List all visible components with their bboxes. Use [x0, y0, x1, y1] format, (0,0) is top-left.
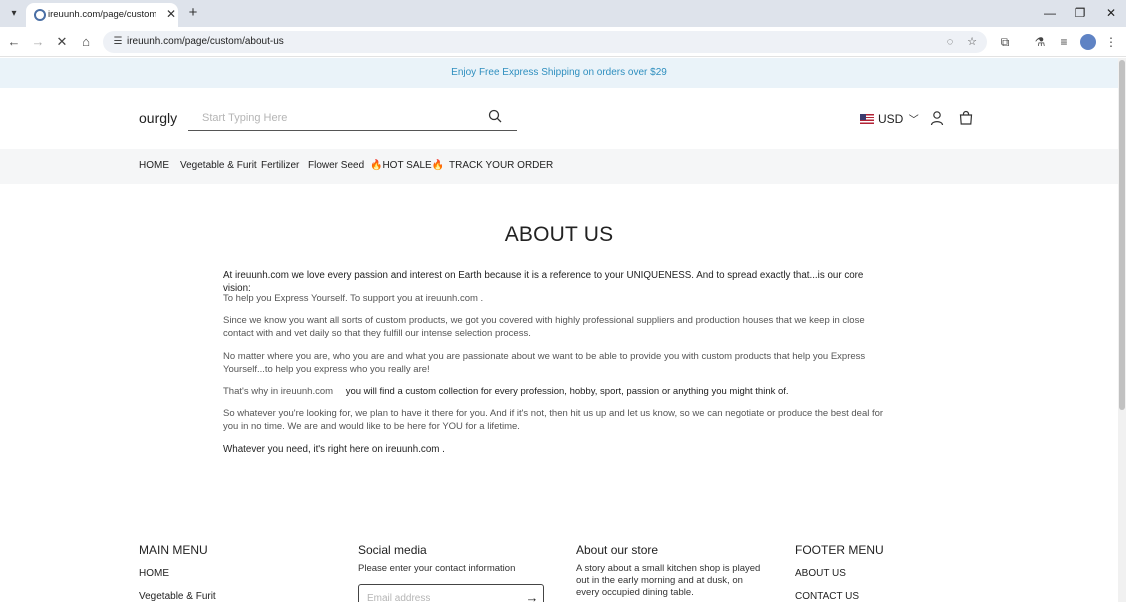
about-paragraph-5-prefix: That's why in ireuunh.com: [223, 386, 334, 397]
search-box: [188, 104, 517, 131]
footer-about-store-text: A story about a small kitchen shop is pl…: [576, 563, 761, 598]
nav-item-flower-seed[interactable]: Flower Seed: [308, 160, 364, 171]
about-paragraph-3: Since we know you want all sorts of cust…: [223, 315, 865, 339]
email-field[interactable]: [367, 591, 517, 602]
about-paragraph-5: That's why in ireuunh.com you will find …: [223, 385, 885, 398]
nav-item-hot-sale[interactable]: 🔥HOT SALE🔥: [370, 160, 444, 171]
store-logo[interactable]: ourgly: [139, 110, 177, 126]
footer-link-contact-us[interactable]: CONTACT US: [795, 591, 859, 602]
about-paragraph-5-rest: you will find a custom collection for ev…: [345, 386, 789, 397]
newsletter-email-box: →: [358, 584, 544, 602]
forward-icon[interactable]: →: [30, 34, 46, 50]
us-flag-icon: [860, 114, 874, 124]
close-window-icon[interactable]: ✕: [1102, 5, 1120, 21]
announcement-bar: Enjoy Free Express Shipping on orders ov…: [0, 58, 1118, 88]
menu-kebab-icon[interactable]: ⋮: [1103, 34, 1119, 50]
tab-close-icon[interactable]: ✕: [164, 7, 178, 21]
eye-off-icon[interactable]: ◌: [943, 35, 957, 49]
media-control-icon[interactable]: ≡: [1056, 34, 1072, 50]
footer-about-store-title: About our store: [576, 543, 659, 557]
footer-social-title: Social media: [358, 543, 427, 557]
submit-arrow-icon[interactable]: →: [525, 591, 539, 602]
footer-main-menu-title: MAIN MENU: [139, 543, 208, 557]
home-icon[interactable]: ⌂: [78, 34, 94, 50]
footer-link-home[interactable]: HOME: [139, 568, 169, 579]
footer-menu-title: FOOTER MENU: [795, 543, 884, 557]
currency-selector[interactable]: USD ﹀: [860, 111, 919, 127]
footer-link-vegetable-furit[interactable]: Vegetable & Furit: [139, 591, 216, 602]
profile-avatar-icon[interactable]: [1080, 34, 1096, 50]
search-input[interactable]: [202, 110, 482, 126]
minimize-icon[interactable]: —: [1041, 5, 1059, 21]
currency-label: USD: [878, 112, 904, 126]
chevron-down-icon: ﹀: [908, 115, 919, 126]
nav-item-home[interactable]: HOME: [139, 160, 169, 171]
cart-icon[interactable]: [958, 110, 974, 126]
nav-item-fertilizer[interactable]: Fertilizer: [261, 160, 299, 171]
main-nav: HOME Vegetable & Furit Fertilizer Flower…: [0, 149, 1118, 184]
back-icon[interactable]: ←: [6, 34, 22, 50]
about-paragraph-7: Whatever you need, it's right here on ir…: [223, 444, 445, 455]
scrollbar-thumb[interactable]: [1119, 60, 1125, 410]
tab-search-dropdown-icon[interactable]: ▾: [6, 6, 22, 22]
browser-tab-bar: ▾ ireuunh.com/page/custom/about-us ✕ + —…: [0, 0, 1126, 27]
browser-toolbar: ← → ✕ ⌂ ☰ ireuunh.com/page/custom/about-…: [0, 27, 1126, 57]
bookmark-star-icon[interactable]: ☆: [965, 35, 979, 49]
address-url[interactable]: ireuunh.com/page/custom/about-us: [127, 36, 284, 47]
about-paragraph-6: So whatever you're looking for, we plan …: [223, 408, 884, 432]
tab-title: ireuunh.com/page/custom/about-us: [48, 9, 156, 20]
footer-social-text: Please enter your contact information: [358, 563, 516, 574]
nav-item-track-order[interactable]: TRACK YOUR ORDER: [449, 160, 553, 171]
about-paragraph-2: To help you Express Yourself. To support…: [223, 293, 484, 304]
about-paragraph-4: No matter where you are, who you are and…: [223, 351, 866, 375]
nav-item-vegetable-furit[interactable]: Vegetable & Furit: [180, 160, 257, 171]
search-icon[interactable]: [488, 109, 502, 123]
favicon-icon: [34, 9, 46, 21]
restore-icon[interactable]: ❐: [1071, 5, 1089, 21]
page-scrollbar[interactable]: [1118, 58, 1126, 602]
user-account-icon[interactable]: [929, 110, 945, 126]
address-bar[interactable]: ☰ ireuunh.com/page/custom/about-us ◌ ☆: [103, 31, 987, 53]
footer-link-about-us[interactable]: ABOUT US: [795, 568, 846, 579]
site-info-icon[interactable]: ☰: [111, 35, 125, 49]
stop-loading-icon[interactable]: ✕: [54, 34, 70, 50]
web-page: Enjoy Free Express Shipping on orders ov…: [0, 58, 1118, 602]
extensions-icon[interactable]: ⧉: [997, 34, 1013, 50]
browser-tab[interactable]: ireuunh.com/page/custom/about-us ✕: [26, 3, 178, 27]
lab-icon[interactable]: ⚗: [1032, 34, 1048, 50]
page-title: ABOUT US: [504, 223, 614, 246]
new-tab-icon[interactable]: +: [185, 5, 201, 21]
